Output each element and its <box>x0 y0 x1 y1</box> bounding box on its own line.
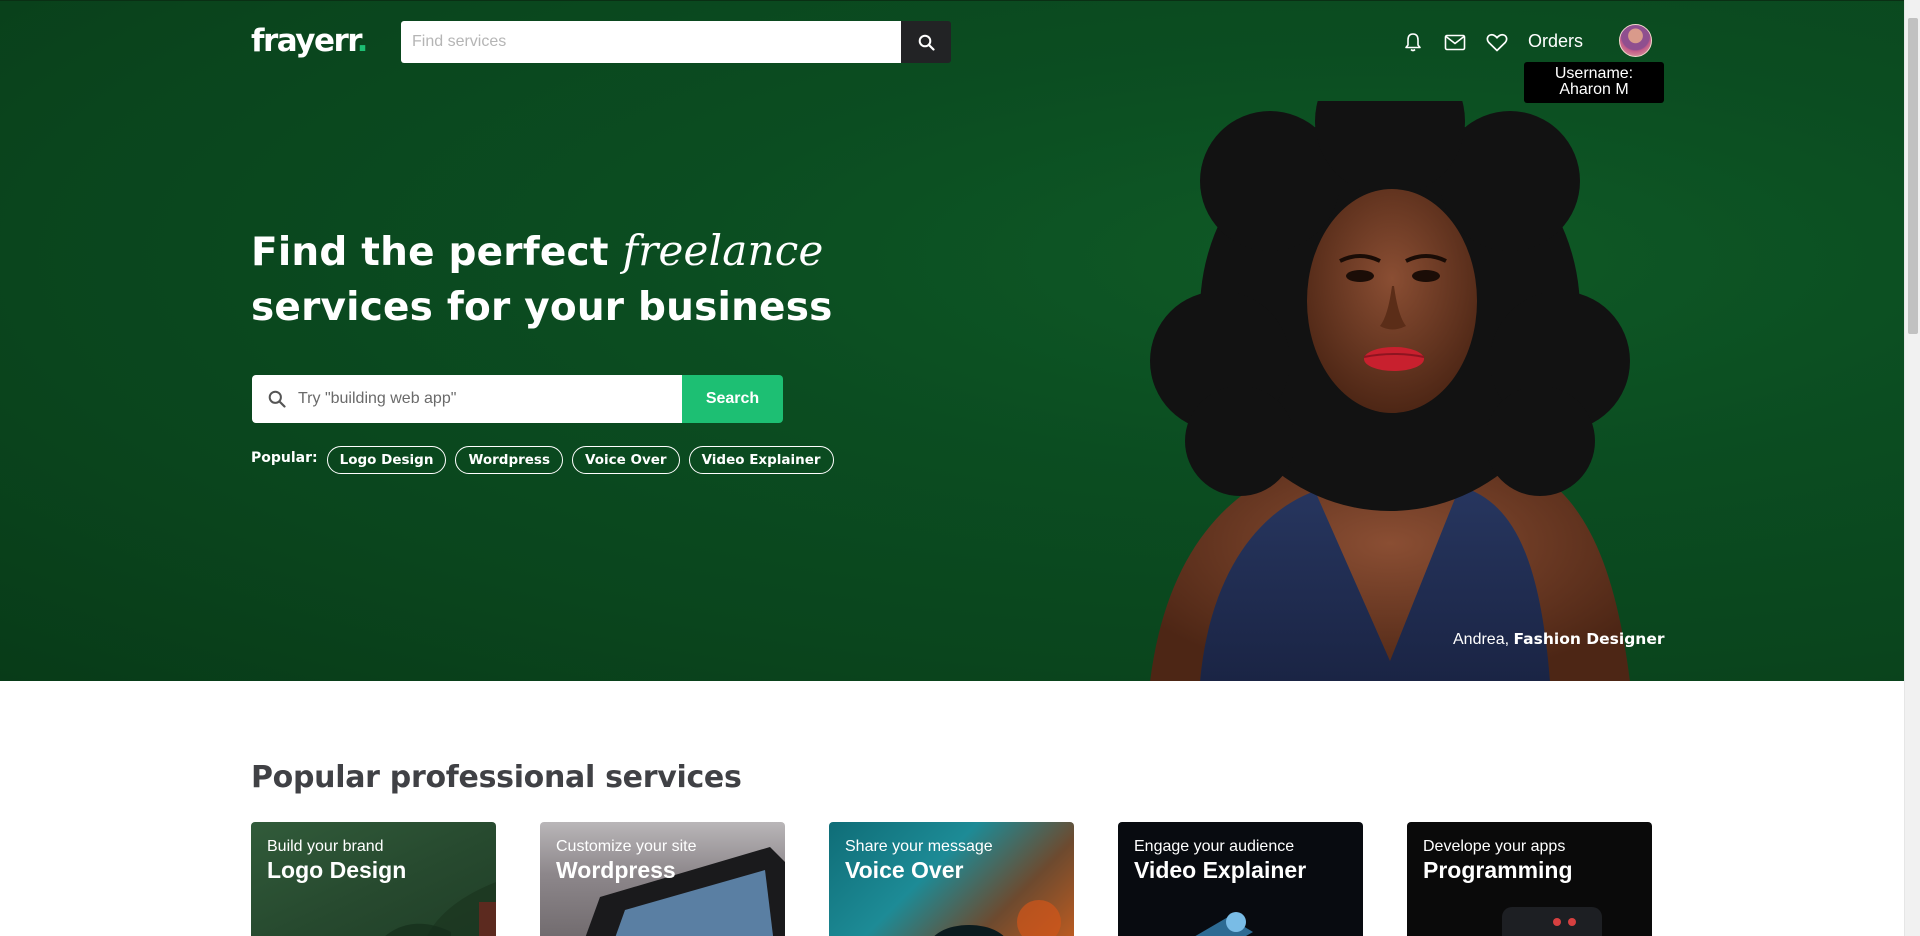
hero-search-bar: Search <box>252 375 783 423</box>
caption-name: Andrea, <box>1453 631 1514 648</box>
popular-tag-voice-over[interactable]: Voice Over <box>572 446 680 474</box>
service-card-voice-over[interactable]: Share your message Voice Over <box>829 822 1074 936</box>
card-subtitle: Share your message <box>845 838 993 855</box>
service-card-programming[interactable]: Develope your apps Programming <box>1407 822 1652 936</box>
hero-title-part2: services for your business <box>251 285 833 330</box>
hero-search-input[interactable] <box>296 376 682 422</box>
popular-tag-video-explainer[interactable]: Video Explainer <box>688 446 834 474</box>
card-subtitle: Build your brand <box>267 838 384 855</box>
bell-icon <box>1405 32 1421 51</box>
card-title: Voice Over <box>845 857 964 883</box>
nav-search-bar <box>401 21 951 63</box>
service-card-video-explainer[interactable]: Engage your audience Video Explainer <box>1118 822 1363 936</box>
mail-icon <box>1444 34 1466 50</box>
service-card-wordpress[interactable]: Customize your site Wordpress <box>540 822 785 936</box>
avatar[interactable] <box>1619 24 1652 57</box>
popular-tags: Popular: Logo Design Wordpress Voice Ove… <box>251 446 843 474</box>
popular-tag-logo-design[interactable]: Logo Design <box>326 446 447 474</box>
heart-icon <box>1486 33 1508 51</box>
search-icon <box>918 34 935 51</box>
nav-search-input[interactable] <box>401 21 901 63</box>
notifications-button[interactable] <box>1401 30 1425 54</box>
hero-portrait-image <box>1150 101 1630 681</box>
username-value: Aharon M <box>1559 81 1629 98</box>
nav-search-button[interactable] <box>901 21 951 63</box>
username-tooltip: Username: Aharon M <box>1524 62 1664 103</box>
card-subtitle: Engage your audience <box>1134 838 1295 855</box>
card-title: Programming <box>1423 857 1573 883</box>
card-title: Video Explainer <box>1134 857 1307 883</box>
hero-section: frayerr. Orders Username: Aharon M Find … <box>0 0 1904 681</box>
favorites-button[interactable] <box>1485 30 1509 54</box>
scrollbar-thumb[interactable] <box>1908 18 1918 334</box>
frayerr-logo[interactable]: frayerr. <box>251 23 369 59</box>
username-label: Username: <box>1554 65 1634 82</box>
hero-title-part1: Find the perfect <box>251 230 623 275</box>
card-subtitle: Customize your site <box>556 838 697 855</box>
hero-search-field <box>252 375 682 423</box>
logo-dot: . <box>356 23 369 59</box>
section-title: Popular professional services <box>251 760 742 795</box>
popular-label: Popular: <box>251 450 318 466</box>
orders-link[interactable]: Orders <box>1528 31 1583 52</box>
service-cards: Build your brand Logo Design Customize y… <box>251 822 1696 936</box>
card-title: Logo Design <box>267 857 407 883</box>
popular-tag-wordpress[interactable]: Wordpress <box>455 446 564 474</box>
card-title: Wordpress <box>556 857 676 883</box>
hero-search-button[interactable]: Search <box>682 375 783 423</box>
hero-caption: Andrea, Fashion Designer <box>1453 630 1664 649</box>
service-card-logo-design[interactable]: Build your brand Logo Design <box>251 822 496 936</box>
search-icon <box>252 390 296 408</box>
messages-button[interactable] <box>1443 30 1467 54</box>
page-scrollbar[interactable] <box>1904 0 1920 936</box>
hero-title: Find the perfect freelance services for … <box>251 223 833 335</box>
hero-title-italic: freelance <box>622 226 824 275</box>
caption-role: Fashion Designer <box>1513 630 1665 648</box>
card-subtitle: Develope your apps <box>1423 838 1566 855</box>
logo-text: frayerr <box>251 23 358 59</box>
